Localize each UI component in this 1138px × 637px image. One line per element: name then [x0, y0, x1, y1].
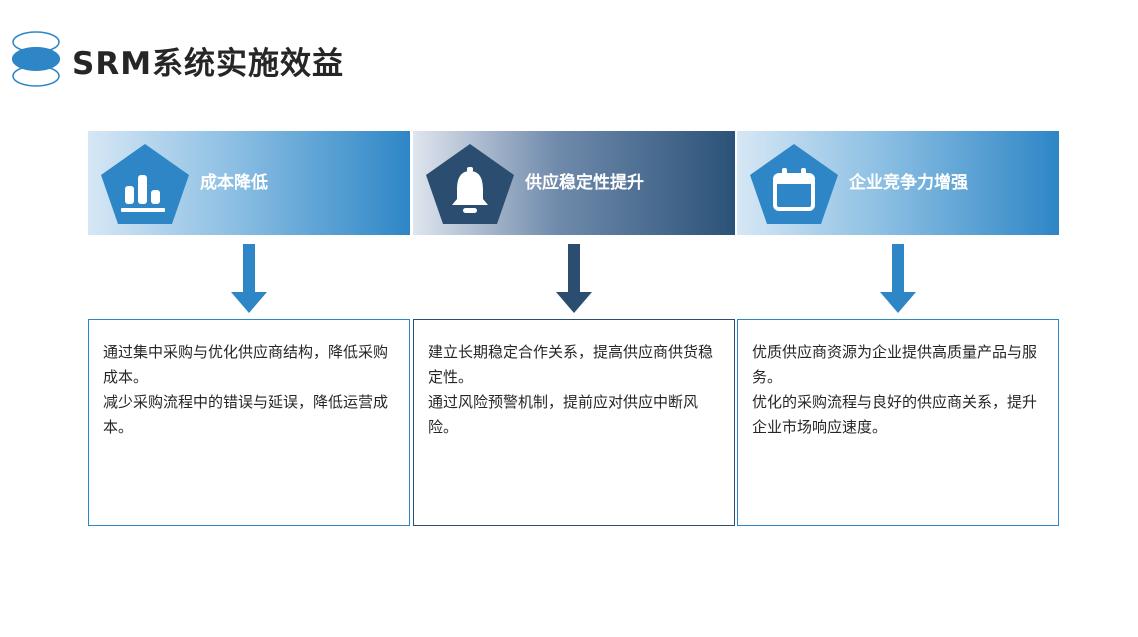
benefit-line: 建立长期稳定合作关系，提高供应商供货稳定性。 [428, 343, 714, 386]
calendar-icon [750, 144, 838, 224]
benefit-description-box: 优质供应商资源为企业提供高质量产品与服务。 优化的采购流程与良好的供应商关系，提… [737, 319, 1059, 526]
benefit-heading: 企业竞争力增强 [849, 173, 968, 193]
benefit-header: 供应稳定性提升 [413, 131, 735, 235]
benefit-line: 优质供应商资源为企业提供高质量产品与服务。 [752, 343, 1038, 386]
arrow-down-icon [556, 244, 592, 313]
benefit-line: 优化的采购流程与良好的供应商关系，提升企业市场响应速度。 [752, 393, 1038, 436]
bar-chart-icon [101, 144, 189, 224]
benefit-description-box: 建立长期稳定合作关系，提高供应商供货稳定性。 通过风险预警机制，提前应对供应中断… [413, 319, 735, 526]
page-title: SRM系统实施效益 [72, 46, 345, 82]
benefit-heading: 成本降低 [200, 173, 268, 193]
bell-icon [426, 144, 514, 224]
benefit-description-box: 通过集中采购与优化供应商结构，降低采购成本。 减少采购流程中的错误与延误，降低运… [88, 319, 410, 526]
arrow-down-icon [880, 244, 916, 313]
benefit-line: 通过集中采购与优化供应商结构，降低采购成本。 [103, 343, 389, 386]
benefit-header: 企业竞争力增强 [737, 131, 1059, 235]
title-logo-icon [12, 31, 60, 87]
arrow-down-icon [231, 244, 267, 313]
benefit-heading: 供应稳定性提升 [525, 173, 644, 193]
benefit-line: 减少采购流程中的错误与延误，降低运营成本。 [103, 393, 389, 436]
benefit-header: 成本降低 [88, 131, 410, 235]
benefit-line: 通过风险预警机制，提前应对供应中断风险。 [428, 393, 699, 436]
